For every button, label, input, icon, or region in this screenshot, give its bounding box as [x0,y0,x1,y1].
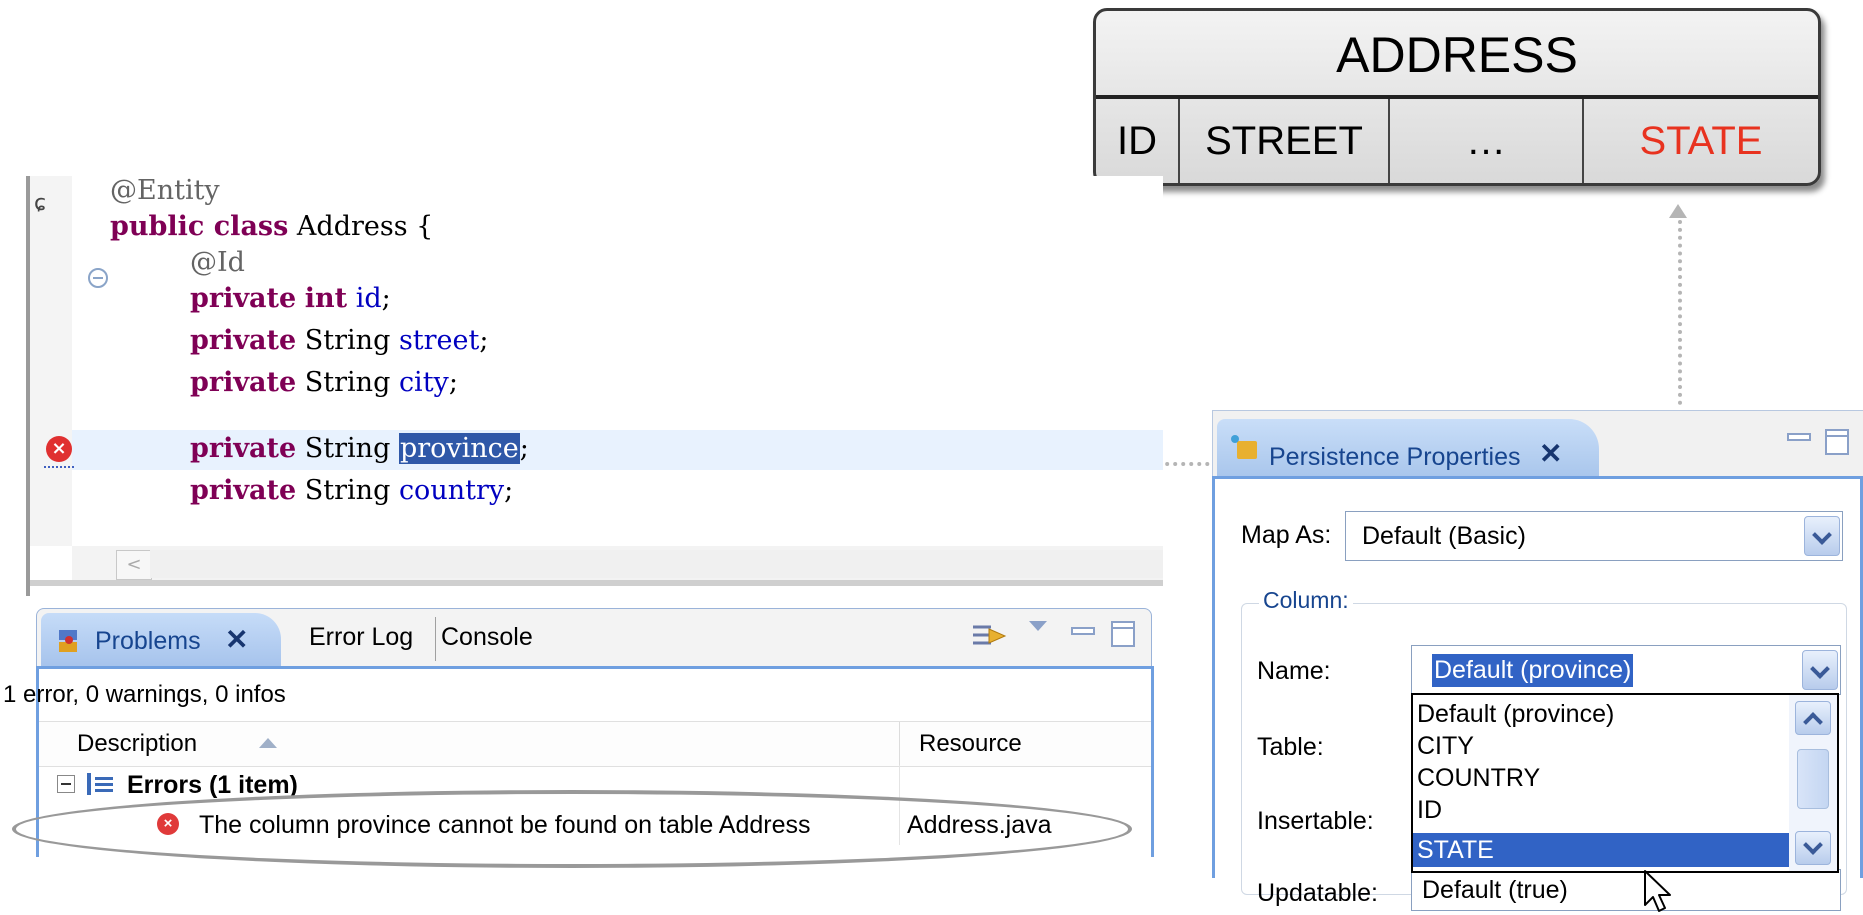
type: String [296,475,399,506]
code-line-2[interactable]: public class Address { [110,206,433,248]
class-declaration: Address { [288,211,434,242]
insertable-label: Insertable: [1257,807,1374,835]
annotation-entity: @Entity [110,175,220,206]
dropdown-scrollbar[interactable] [1789,695,1837,871]
minimize-icon[interactable] [1071,627,1095,635]
tab-error-log[interactable]: Error Log [309,623,413,652]
column-name-dropdown-list[interactable]: Default (province) CITY COUNTRY ID STATE [1411,693,1839,873]
field-country: country [398,475,505,506]
keyword: private [190,367,297,398]
chevron-up-icon[interactable] [1795,701,1831,735]
updatable-value: Default (true) [1422,876,1568,904]
list-item[interactable]: CITY [1417,729,1474,763]
keyword: private [190,475,297,506]
persistence-properties-view: Persistence Properties ✕ Map As: Default… [1212,410,1863,912]
code-line-4[interactable]: private int id; [190,278,391,320]
type: String [296,367,399,398]
annotation-ruler[interactable] [30,176,72,546]
minimize-icon[interactable] [1787,433,1811,441]
list-item[interactable]: ID [1417,793,1442,827]
field-id: id [355,283,382,314]
keyword: public class [110,211,289,242]
scrollbar-thumb[interactable] [1797,749,1829,809]
column-header-resource[interactable]: Resource [919,730,1022,758]
filter-icon[interactable] [969,621,1009,653]
chevron-down-icon[interactable] [1802,650,1838,690]
properties-tab-strip: Persistence Properties ✕ [1212,410,1863,477]
updatable-label: Updatable: [1257,879,1378,907]
list-item-selected[interactable]: STATE [1413,833,1789,867]
field-city: city [398,367,449,398]
view-menu-icon[interactable] [1029,621,1047,631]
keyword: private [190,433,297,464]
highlight-ellipse [12,790,1132,868]
close-icon[interactable]: ✕ [225,623,248,656]
code-line-7[interactable]: private String province; [190,428,529,470]
column-name-select[interactable]: Default (province) [1411,645,1841,695]
tab-problems[interactable]: Problems ✕ [41,613,281,667]
close-icon[interactable]: ✕ [1539,437,1562,470]
keyword: private [190,325,297,356]
editor-bottom-border [30,580,1163,586]
table-column-state: STATE [1639,119,1763,163]
mapping-arrow-vertical [1678,220,1682,405]
persistence-icon [1231,435,1257,459]
list-item[interactable]: COUNTRY [1417,761,1540,795]
problems-table-header: Description Resource [39,721,1151,767]
maximize-icon[interactable] [1111,621,1135,647]
problems-summary: 1 error, 0 warnings, 0 infos [3,681,286,708]
tab-problems-label: Problems [95,627,201,655]
column-header-description[interactable]: Description [77,730,197,758]
field-province-selected[interactable]: province [398,433,520,464]
problems-icon [57,628,81,654]
error-marker-icon[interactable]: × [46,436,72,462]
column-name-value[interactable]: Default (province) [1432,654,1634,687]
chevron-down-icon[interactable] [1795,831,1831,865]
column-group-title: Column: [1259,587,1353,614]
table-title: ADDRESS [1336,27,1578,83]
sort-ascending-icon [259,738,277,748]
keyword: private [190,283,297,314]
tab-persistence-properties[interactable]: Persistence Properties ✕ [1217,419,1599,477]
field-street: street [398,325,480,356]
keyword: int [304,283,348,314]
maximize-icon[interactable] [1825,429,1849,455]
type: String [296,325,399,356]
code-line-6[interactable]: private String city; [190,362,458,404]
table-column-id: ID [1096,99,1180,183]
tab-divider [435,617,436,661]
properties-body: Map As: Default (Basic) Column: Name: Ta… [1212,476,1863,912]
table-column-street: STREET [1180,99,1390,183]
tab-console[interactable]: Console [441,623,533,652]
collapse-icon[interactable] [57,775,75,793]
map-as-value: Default (Basic) [1362,522,1526,550]
address-table: ADDRESS ID STREET … STATE [1093,8,1821,186]
type: String [296,433,399,464]
tab-persistence-properties-label: Persistence Properties [1269,443,1521,471]
code-line-8[interactable]: private String country; [190,470,513,512]
updatable-select[interactable]: Default (true) [1411,869,1841,911]
scroll-track[interactable] [150,550,1163,578]
annotation-id: @Id [190,247,245,278]
error-marker-underline [44,466,74,472]
error-group-icon [87,773,113,795]
name-label: Name: [1257,657,1331,685]
table-label: Table: [1257,733,1324,761]
mouse-pointer-icon [1644,870,1671,912]
java-editor[interactable]: ɕ × @Entity public class Address { @Id p… [0,175,1163,596]
quick-diff-icon: ɕ [34,191,47,216]
code-line-5[interactable]: private String street; [190,320,488,362]
list-item[interactable]: Default (province) [1417,697,1614,731]
problems-tab-strip: Problems ✕ Error Log Console [36,608,1152,667]
map-as-label: Map As: [1241,521,1332,549]
fold-icon[interactable] [88,268,108,288]
chevron-down-icon[interactable] [1804,516,1840,556]
map-as-select[interactable]: Default (Basic) [1345,511,1843,561]
scroll-left-icon[interactable]: < [116,550,152,580]
arrow-up-icon [1669,204,1687,218]
column-divider[interactable] [899,722,900,766]
table-column-ellipsis: … [1390,99,1584,183]
